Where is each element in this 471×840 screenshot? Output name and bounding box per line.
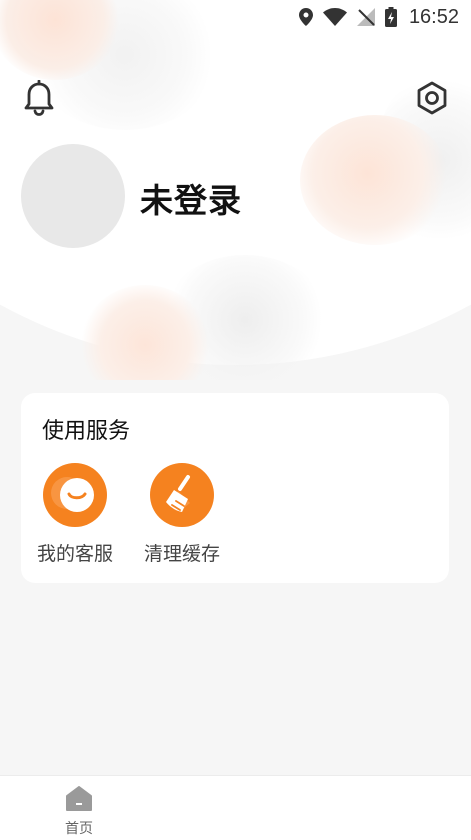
no-signal-icon	[356, 8, 375, 26]
customer-service-label: 我的客服	[36, 543, 113, 565]
status-time: 16:52	[408, 5, 459, 28]
home-icon	[66, 786, 92, 811]
services-title: 使用服务	[42, 419, 131, 444]
notification-bell-button[interactable]	[22, 79, 56, 118]
bottom-tab-bar: 首页	[0, 775, 471, 840]
status-bar: 16:52	[0, 0, 471, 34]
bell-icon	[24, 79, 54, 116]
wifi-icon	[322, 8, 347, 26]
services-card: 使用服务 我的客服 清理缓存	[21, 393, 449, 583]
tab-home-label: 首页	[65, 821, 93, 837]
settings-hexagon-icon	[417, 81, 447, 115]
broom-icon	[150, 463, 214, 527]
decor-blob	[300, 115, 450, 245]
avatar[interactable]	[21, 144, 125, 248]
settings-button[interactable]	[414, 80, 450, 118]
location-icon	[298, 8, 313, 26]
battery-charging-icon	[384, 7, 397, 27]
smile-icon	[43, 463, 107, 527]
tab-home[interactable]: 首页	[49, 786, 109, 838]
clear-cache-label: 清理缓存	[143, 543, 220, 565]
login-status-label[interactable]: 未登录	[140, 174, 242, 222]
clear-cache-button[interactable]: 清理缓存	[134, 463, 230, 566]
customer-service-button[interactable]: 我的客服	[27, 463, 123, 566]
